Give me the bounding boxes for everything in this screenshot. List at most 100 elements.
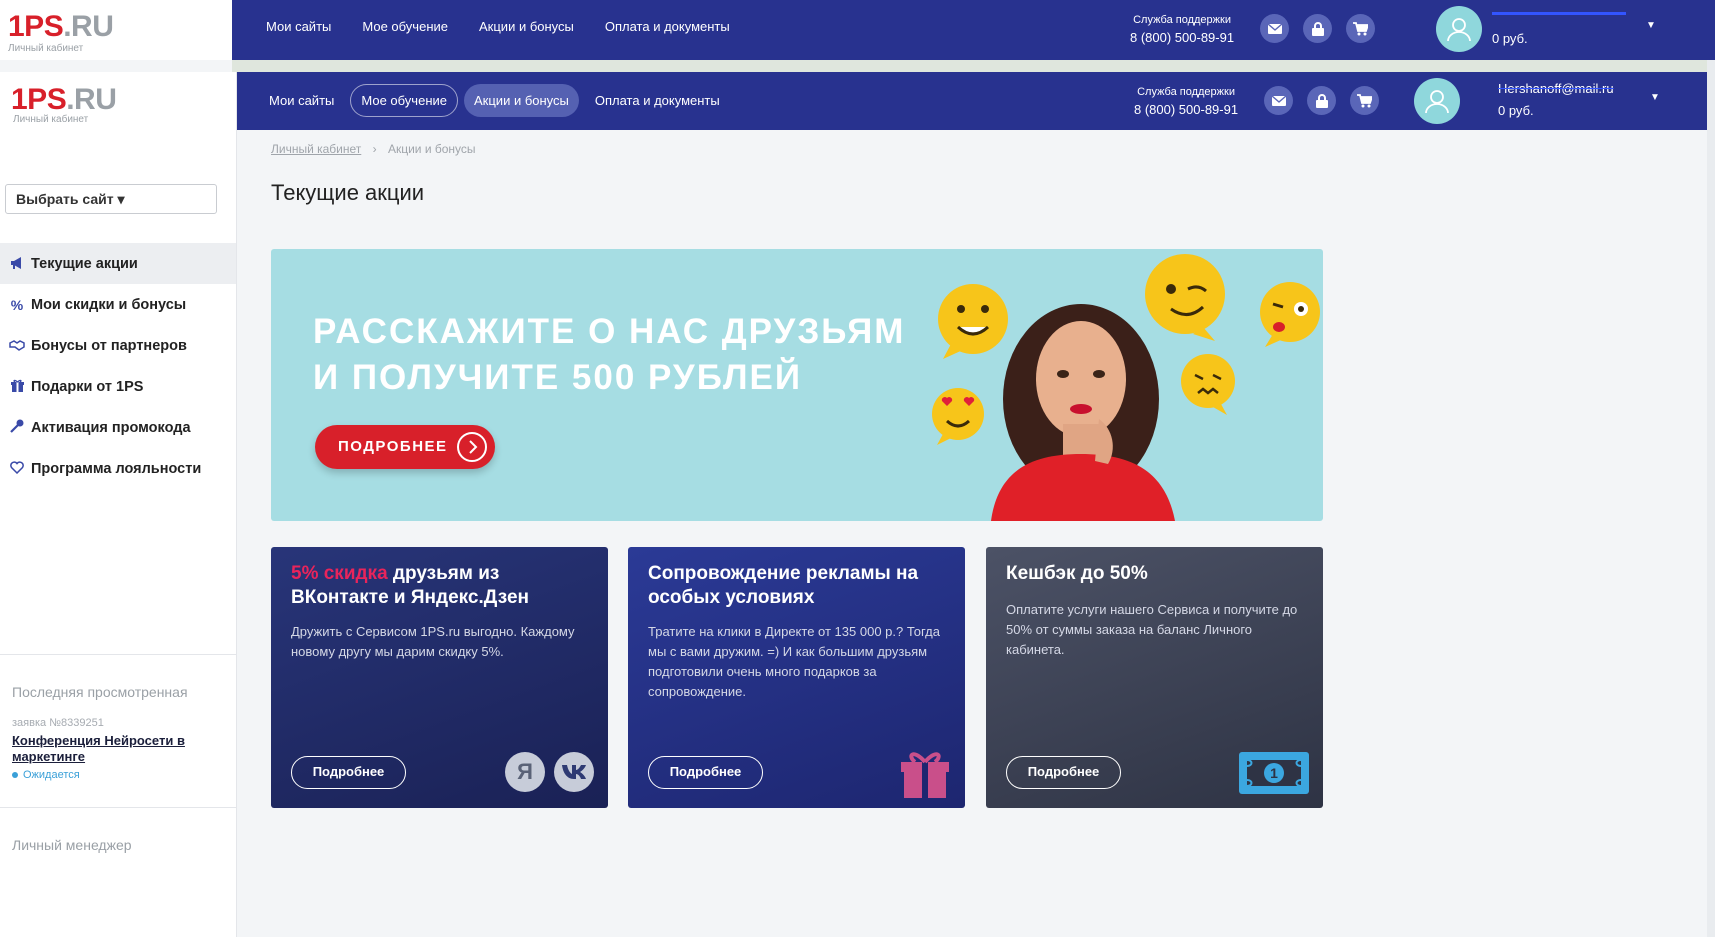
card-title: Сопровождение рекламы на особых условиях	[648, 563, 919, 608]
last-viewed-link[interactable]: Конференция Нейросети в маркетинге	[12, 733, 212, 765]
tab-my-sites[interactable]: Мои сайты	[259, 84, 344, 117]
vk-icon[interactable]	[554, 752, 594, 792]
main-header: Мои сайты Мое обучение Акции и бонусы Оп…	[237, 72, 1707, 130]
woman-with-emojis-illustration	[932, 254, 1320, 521]
mail-icon[interactable]	[1264, 86, 1293, 115]
logo-tld: .RU	[66, 83, 117, 116]
banner-more-button[interactable]: ПОДРОБНЕЕ	[315, 425, 495, 469]
ghost-caret-icon: ▼	[1646, 20, 1656, 31]
site-select[interactable]: Выбрать сайт ▾	[5, 184, 217, 214]
sidebar-nav: Текущие акции % Мои скидки и бонусы Бону…	[0, 243, 236, 489]
chevron-right-icon	[457, 432, 487, 462]
sidebar-item-gifts[interactable]: Подарки от 1PS	[0, 366, 236, 407]
ghost-logo: 1PS.RU	[8, 10, 114, 44]
status-dot	[12, 772, 18, 779]
card-title: 5% скидка друзьям из ВКонтакте и Яндекс.…	[291, 562, 591, 610]
ghost-cart-icon	[1346, 14, 1375, 43]
ghost-balance: 0 руб.	[1492, 31, 1528, 46]
ghost-logo-main: 1PS	[8, 10, 64, 43]
ghost-icons	[1260, 14, 1375, 43]
logo-subtitle: Личный кабинет	[13, 114, 89, 125]
banner-line-1: РАССКАЖИТЕ О НАС ДРУЗЬЯМ	[313, 312, 906, 351]
last-viewed-title: Последняя просмотренная	[12, 684, 188, 700]
ghost-logo-sub: Личный кабинет	[8, 43, 84, 54]
ghost-nav-item: Акции и бонусы	[479, 19, 574, 34]
manager-title: Личный менеджер	[12, 837, 132, 853]
sidebar-item-label: Мои скидки и бонусы	[31, 296, 187, 313]
support-block: Служба поддержки 8 (800) 500-89-91	[1134, 84, 1238, 118]
logo[interactable]: 1PS.RU	[11, 83, 117, 117]
cart-icon[interactable]	[1350, 86, 1379, 115]
page-title: Текущие акции	[271, 180, 425, 205]
breadcrumb-current: Акции и бонусы	[387, 142, 476, 156]
sidebar-item-discounts[interactable]: % Мои скидки и бонусы	[0, 284, 236, 325]
banner-title: РАССКАЖИТЕ О НАС ДРУЗЬЯМ И ПОЛУЧИТЕ 500 …	[313, 309, 953, 401]
banner-line-2: И ПОЛУЧИТЕ 500 РУБЛЕЙ	[313, 358, 803, 397]
ghost-nav-item: Оплата и документы	[604, 19, 730, 34]
tab-payments-docs[interactable]: Оплата и документы	[585, 84, 730, 117]
yandex-icon[interactable]: Я	[505, 752, 545, 792]
ghost-email-redacted	[1492, 12, 1626, 15]
handshake-icon	[8, 338, 26, 354]
ghost-avatar	[1436, 6, 1482, 52]
sidebar-item-label: Программа лояльности	[31, 460, 202, 477]
support-label: Служба поддержки	[1137, 86, 1235, 98]
card-title: Кешбэк до 50%	[1006, 563, 1148, 584]
sidebar-item-current-promos[interactable]: Текущие акции	[0, 243, 236, 284]
sidebar-item-loyalty[interactable]: Программа лояльности	[0, 448, 236, 489]
ghost-support: Служба поддержки 8 (800) 500-89-91	[1130, 12, 1234, 46]
status-text: Ожидается	[23, 769, 80, 781]
banknote-icon: 1	[1239, 752, 1309, 794]
promo-card-friends-discount: 5% скидка друзьям из ВКонтакте и Яндекс.…	[271, 547, 608, 808]
lock-icon[interactable]	[1307, 86, 1336, 115]
tab-my-learning[interactable]: Мое обучение	[350, 84, 458, 117]
promo-card-cashback: Кешбэк до 50% Оплатите услуги нашего Сер…	[986, 547, 1323, 808]
sidebar-divider	[0, 654, 236, 655]
banner-button-label: ПОДРОБНЕЕ	[338, 438, 448, 455]
sidebar-item-promocode[interactable]: Активация промокода	[0, 407, 236, 448]
logo-main: 1PS	[11, 83, 67, 116]
user-email[interactable]: Hershanoff@mail.ru	[1498, 81, 1614, 96]
ghost-nav: Мои сайты Мое обучение Акции и бонусы Оп…	[266, 19, 730, 34]
last-viewed-status: Ожидается	[12, 769, 80, 781]
card-more-button[interactable]: Подробнее	[648, 756, 763, 789]
tab-promos-bonuses[interactable]: Акции и бонусы	[464, 84, 579, 117]
sidebar-item-partner-bonuses[interactable]: Бонусы от партнеров	[0, 325, 236, 366]
last-viewed-number: заявка №8339251	[12, 717, 104, 729]
percent-icon: %	[10, 296, 24, 313]
gift-icon	[8, 379, 26, 395]
card-text: Тратите на клики в Директе от 135 000 р.…	[648, 624, 940, 699]
breadcrumb: Личный кабинет › Акции и бонусы	[271, 142, 476, 156]
heart-icon	[8, 460, 26, 477]
chevron-down-icon[interactable]: ▼	[1650, 92, 1660, 103]
key-icon	[8, 419, 26, 436]
sidebar-item-label: Подарки от 1PS	[31, 378, 144, 395]
top-nav: Мои сайты Мое обучение Акции и бонусы Оп…	[259, 84, 730, 117]
megaphone-icon	[8, 256, 26, 272]
card-title-highlight: 5% скидка	[291, 563, 388, 584]
card-text: Оплатите услуги нашего Сервиса и получит…	[1006, 602, 1298, 657]
promo-banner[interactable]: РАССКАЖИТЕ О НАС ДРУЗЬЯМ И ПОЛУЧИТЕ 500 …	[271, 249, 1323, 521]
card-more-button[interactable]: Подробнее	[291, 756, 406, 789]
ghost-nav-item: Мое обучение	[362, 19, 448, 34]
card-more-button[interactable]: Подробнее	[1006, 756, 1121, 789]
breadcrumb-root[interactable]: Личный кабинет	[271, 142, 361, 156]
sidebar-item-label: Текущие акции	[31, 255, 138, 272]
ghost-nav-item: Мои сайты	[266, 19, 332, 34]
ghost-support-label: Служба поддержки	[1133, 14, 1231, 26]
breadcrumb-separator: ›	[372, 142, 377, 156]
ghost-logo-tld: .RU	[63, 10, 114, 43]
scrollbar[interactable]	[1707, 60, 1715, 937]
support-phone[interactable]: 8 (800) 500-89-91	[1134, 101, 1238, 118]
gift-icon	[901, 752, 949, 798]
svg-text:1: 1	[1270, 765, 1278, 781]
ghost-lock-icon	[1303, 14, 1332, 43]
sidebar-item-label: Активация промокода	[31, 419, 191, 436]
ghost-support-phone: 8 (800) 500-89-91	[1130, 30, 1235, 45]
card-text: Дружить с Сервисом 1PS.ru выгодно. Каждо…	[291, 624, 575, 659]
ghost-strip	[232, 60, 1715, 72]
ghost-mail-icon	[1260, 14, 1289, 43]
header-icons	[1264, 86, 1379, 115]
card-social-icons: Я	[505, 752, 594, 792]
avatar[interactable]	[1414, 78, 1460, 124]
